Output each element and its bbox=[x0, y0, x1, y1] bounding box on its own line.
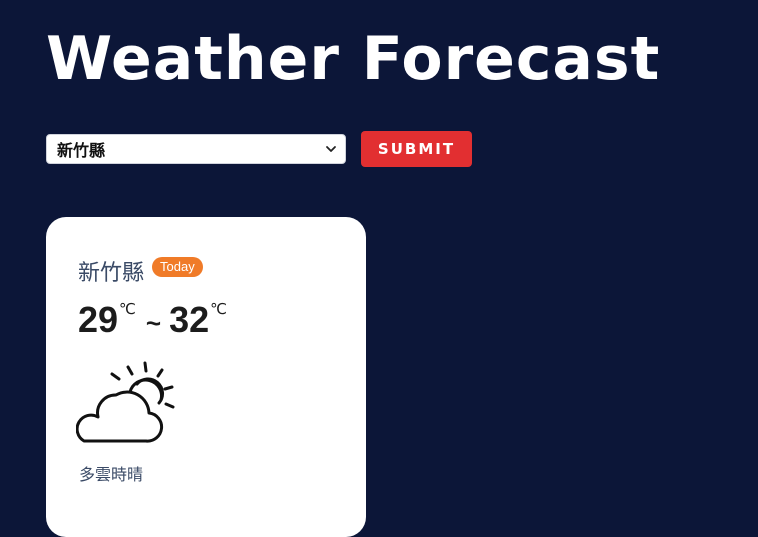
controls-bar: 新竹縣 SUBMIT bbox=[46, 131, 472, 167]
submit-button[interactable]: SUBMIT bbox=[361, 131, 472, 167]
chevron-down-icon bbox=[326, 146, 336, 152]
temp-max: 32 bbox=[169, 299, 210, 340]
forecast-card: 新竹縣 Today 29℃ ~32℃ 多雲時晴 bbox=[46, 217, 366, 537]
page-title: Weather Forecast bbox=[46, 24, 661, 94]
temp-min: 29 bbox=[78, 299, 119, 340]
temp-max-unit: ℃ bbox=[210, 300, 227, 318]
card-header: 新竹縣 Today bbox=[78, 255, 203, 287]
temp-separator: ~ bbox=[145, 308, 162, 338]
weather-description: 多雲時晴 bbox=[79, 465, 144, 484]
partly-cloudy-icon bbox=[76, 361, 175, 443]
city-select[interactable]: 新竹縣 bbox=[46, 134, 346, 164]
card-city-name: 新竹縣 bbox=[78, 261, 145, 286]
city-select-value: 新竹縣 bbox=[57, 141, 106, 160]
temperature-range: 29℃ ~32℃ bbox=[78, 299, 227, 341]
today-badge: Today bbox=[152, 257, 203, 277]
temp-min-unit: ℃ bbox=[119, 300, 136, 318]
